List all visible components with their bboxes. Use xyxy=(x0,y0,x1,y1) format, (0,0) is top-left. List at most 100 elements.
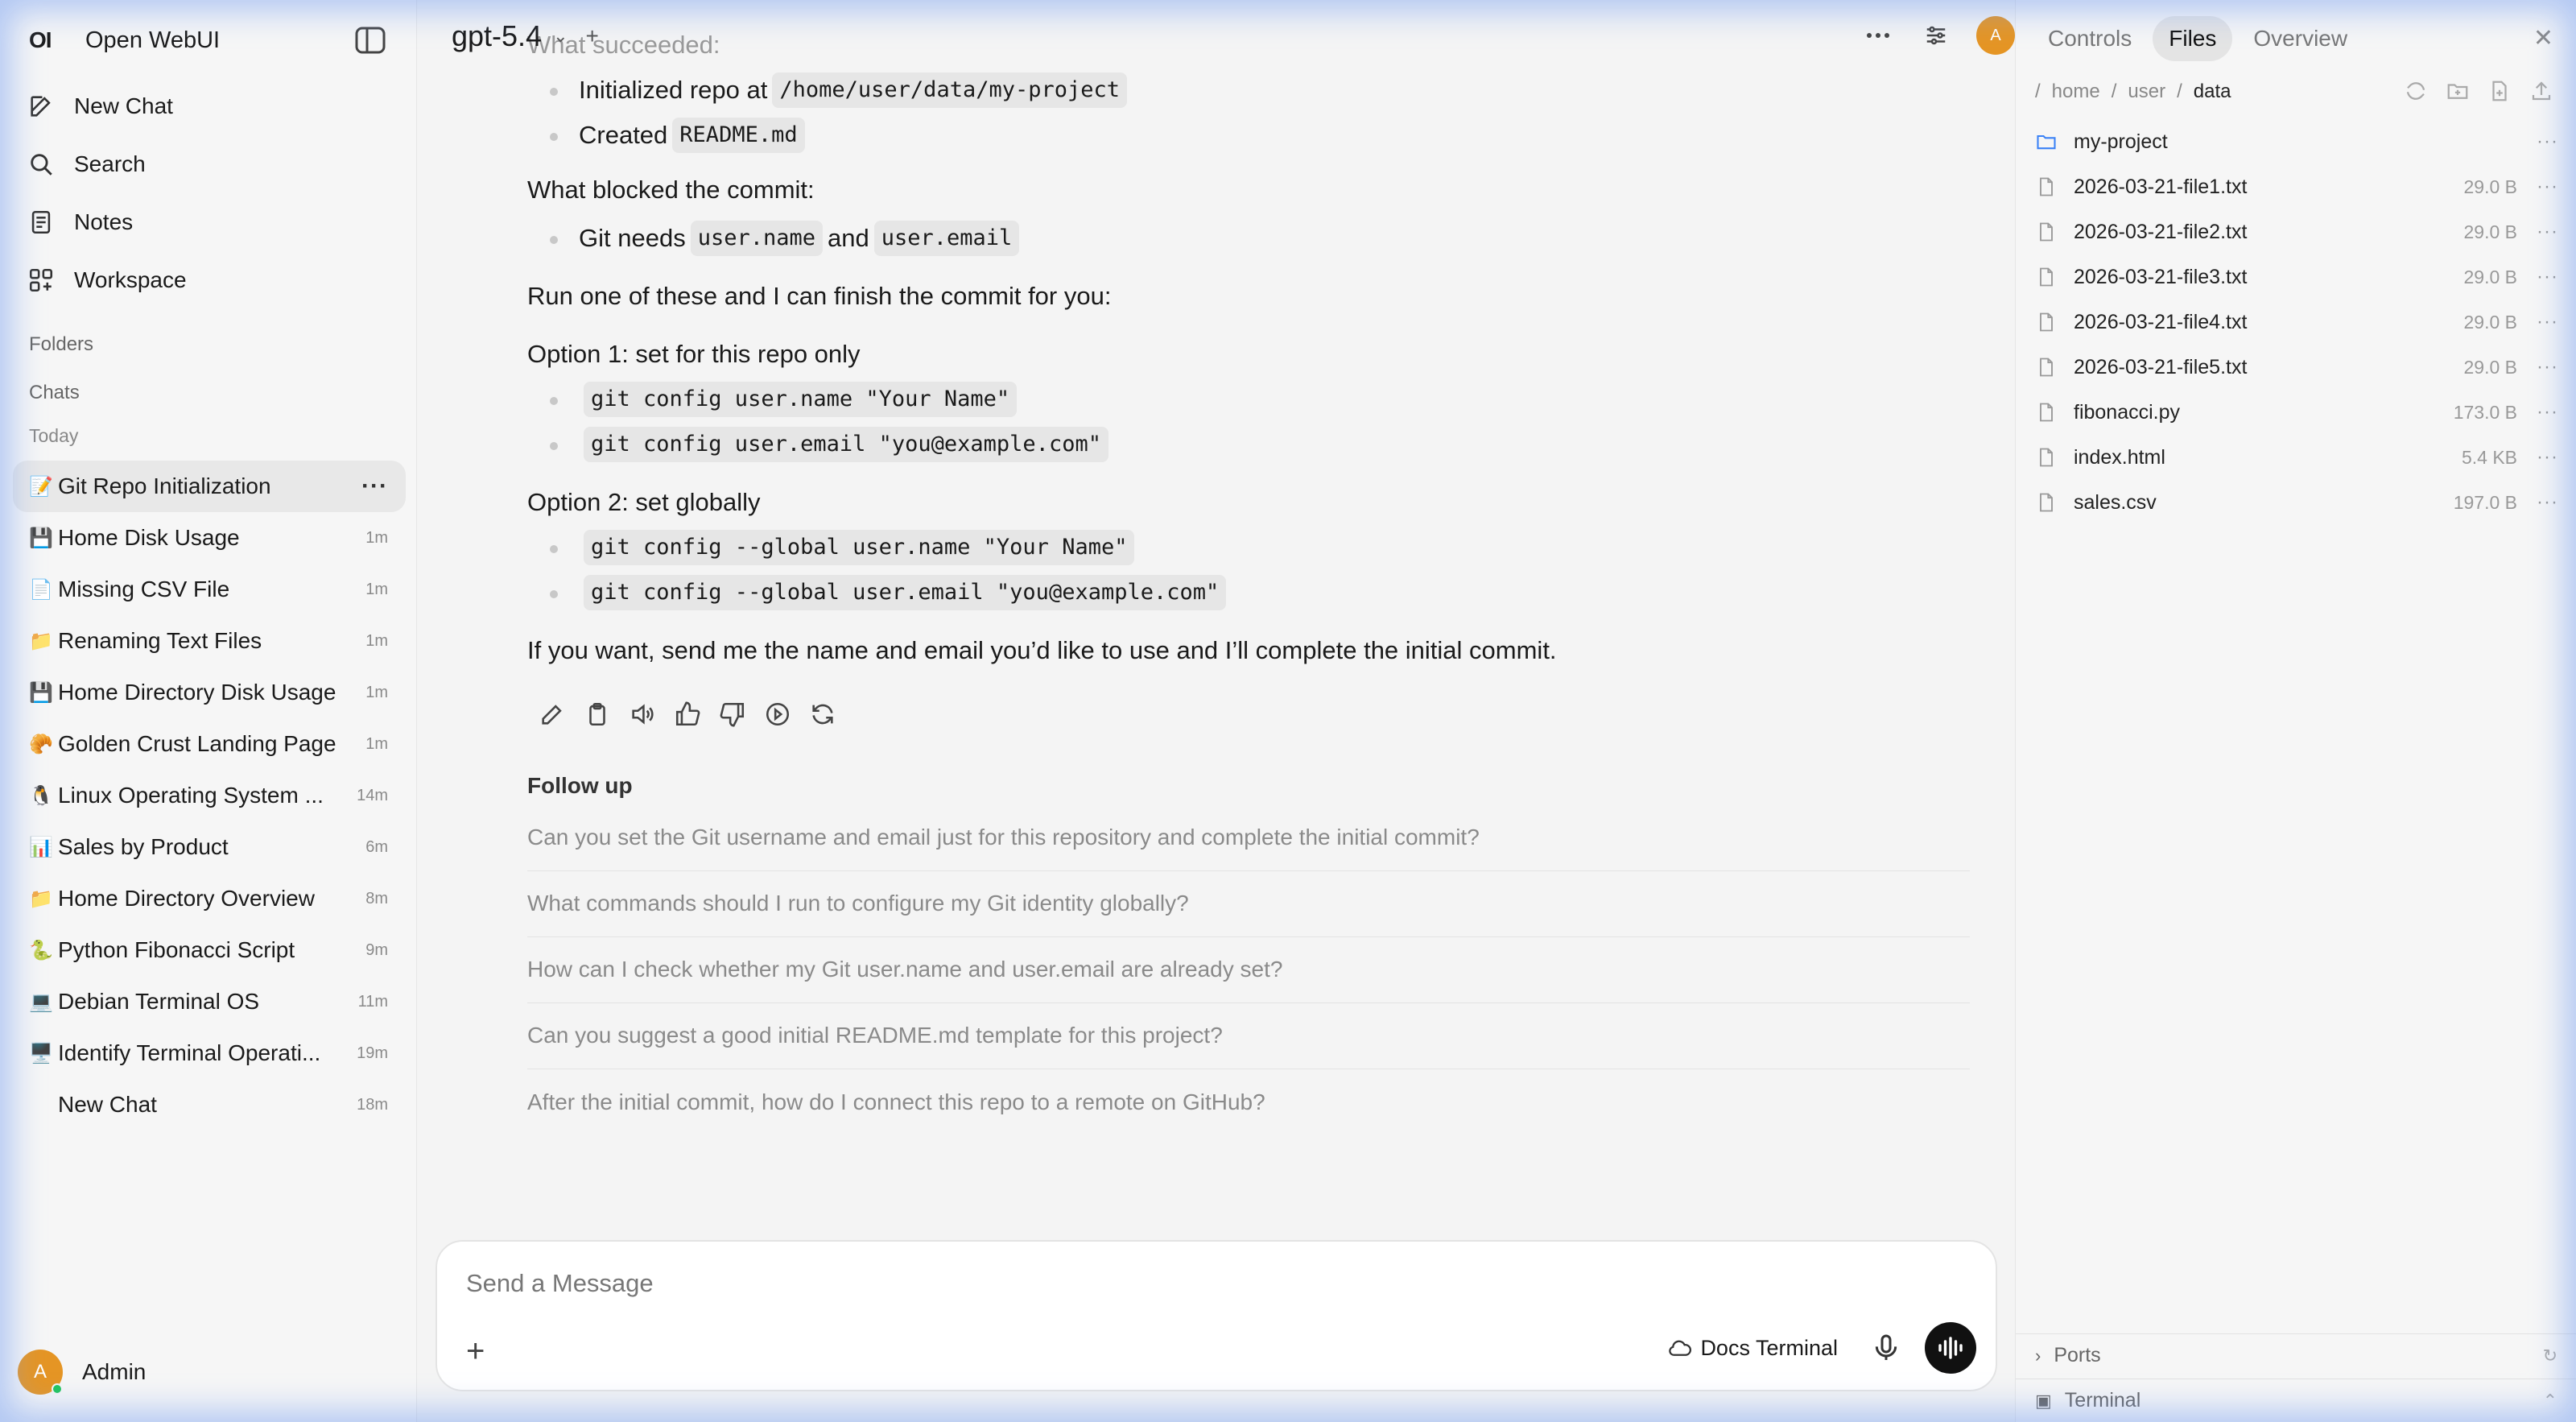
chat-item[interactable]: 📁 Home Directory Overview 8m xyxy=(13,873,406,924)
chat-item[interactable]: 📝 Git Repo Initialization ··· xyxy=(13,461,406,512)
microphone-icon[interactable] xyxy=(1870,1332,1902,1364)
docs-terminal-button[interactable]: Docs Terminal xyxy=(1668,1336,1838,1361)
chats-section[interactable]: Chats xyxy=(29,382,80,404)
chevron-up-icon[interactable]: ⌃ xyxy=(2543,1391,2557,1412)
file-options-icon[interactable]: ··· xyxy=(2537,356,2558,378)
run-one-text: Run one of these and I can finish the co… xyxy=(527,282,1112,310)
thumbs-up-icon[interactable] xyxy=(674,701,701,728)
chat-time: 18m xyxy=(357,1095,388,1114)
new-folder-icon[interactable] xyxy=(2446,79,2470,103)
file-size: 5.4 KB xyxy=(2461,446,2518,468)
chat-item[interactable]: 💾 Home Disk Usage 1m xyxy=(13,512,406,564)
folder-row[interactable]: my-project ··· xyxy=(2035,119,2558,164)
settings-sliders-icon[interactable] xyxy=(1920,19,1952,52)
chevron-down-icon: ⌄ xyxy=(553,26,568,46)
file-row[interactable]: index.html 5.4 KB ··· xyxy=(2035,435,2558,480)
breadcrumb-item[interactable]: home xyxy=(2052,81,2100,103)
edit-icon[interactable] xyxy=(539,701,566,728)
chat-title: Identify Terminal Operati... xyxy=(58,1040,321,1065)
chat-item[interactable]: 🥐 Golden Crust Landing Page 1m xyxy=(13,718,406,770)
more-options-icon[interactable] xyxy=(1862,19,1894,52)
sidebar-toggle-icon[interactable] xyxy=(354,26,386,55)
file-options-icon[interactable]: ··· xyxy=(2537,176,2558,198)
breadcrumb-separator: / xyxy=(2111,81,2117,102)
refresh-icon[interactable] xyxy=(2404,79,2428,103)
chat-item[interactable]: 📊 Sales by Product 6m xyxy=(13,821,406,873)
inline-code: git config --global user.name "Your Name… xyxy=(584,530,1135,565)
file-row[interactable]: sales.csv 197.0 B ··· xyxy=(2035,480,2558,525)
attach-plus-icon[interactable]: + xyxy=(466,1333,485,1370)
regenerate-icon[interactable] xyxy=(809,701,836,728)
continue-icon[interactable] xyxy=(764,701,791,728)
close-icon[interactable]: ✕ xyxy=(2533,24,2553,52)
tab-overview[interactable]: Overview xyxy=(2237,16,2363,61)
file-options-icon[interactable]: ··· xyxy=(2537,491,2558,514)
followup-suggestion[interactable]: Can you set the Git username and email j… xyxy=(527,805,1970,871)
file-row[interactable]: 2026-03-21-file5.txt 29.0 B ··· xyxy=(2035,345,2558,390)
chat-item[interactable]: 🐧 Linux Operating System ... 14m xyxy=(13,770,406,821)
model-selector[interactable]: gpt-5.4 ⌄ + xyxy=(452,19,599,53)
message-input[interactable]: Send a Message xyxy=(466,1269,654,1298)
chat-item[interactable]: 💻 Debian Terminal OS 11m xyxy=(13,976,406,1027)
file-options-icon[interactable]: ··· xyxy=(2537,401,2558,424)
file-options-icon[interactable]: ··· xyxy=(2537,311,2558,333)
file-row[interactable]: 2026-03-21-file3.txt 29.0 B ··· xyxy=(2035,254,2558,300)
tab-files[interactable]: Files xyxy=(2153,16,2233,61)
file-options-icon[interactable]: ··· xyxy=(2537,446,2558,469)
followup-list: Can you set the Git username and email j… xyxy=(527,805,1970,1135)
terminal-section[interactable]: ▣ Terminal ⌃ xyxy=(2016,1379,2576,1422)
search-button[interactable]: Search xyxy=(27,142,146,187)
upload-icon[interactable] xyxy=(2529,79,2553,103)
new-file-icon[interactable] xyxy=(2487,79,2512,103)
message-composer: Send a Message + Docs Terminal xyxy=(436,1240,1997,1391)
file-row[interactable]: fibonacci.py 173.0 B ··· xyxy=(2035,390,2558,435)
chat-title: Home Disk Usage xyxy=(58,525,240,550)
cloud-icon xyxy=(1669,1340,1692,1356)
copy-icon[interactable] xyxy=(584,701,611,728)
chat-item[interactable]: 📁 Renaming Text Files 1m xyxy=(13,615,406,667)
chat-options-icon[interactable]: ··· xyxy=(361,473,388,500)
tab-controls[interactable]: Controls xyxy=(2032,16,2148,61)
file-options-icon[interactable]: ··· xyxy=(2537,266,2558,288)
chat-title: Home Directory Disk Usage xyxy=(58,680,336,705)
add-model-icon[interactable]: + xyxy=(586,23,599,49)
voice-mode-button[interactable] xyxy=(1925,1322,1976,1374)
chat-time: 1m xyxy=(365,580,388,598)
chat-title: New Chat xyxy=(58,1092,157,1117)
blocked-heading: What blocked the commit: xyxy=(527,176,815,204)
brand[interactable]: OI Open WebUI xyxy=(29,24,220,56)
file-icon xyxy=(2040,403,2053,422)
workspace-button[interactable]: Workspace xyxy=(27,258,187,303)
chat-item[interactable]: 🐍 Python Fibonacci Script 9m xyxy=(13,924,406,976)
top-avatar[interactable]: A xyxy=(1976,16,2015,55)
file-row[interactable]: 2026-03-21-file4.txt 29.0 B ··· xyxy=(2035,300,2558,345)
chat-item[interactable]: 📄 Missing CSV File 1m xyxy=(13,564,406,615)
refresh-icon[interactable]: ↻ xyxy=(2543,1346,2557,1366)
followup-suggestion[interactable]: What commands should I run to configure … xyxy=(527,871,1970,937)
app-name: Open WebUI xyxy=(85,27,221,53)
file-row[interactable]: 2026-03-21-file1.txt 29.0 B ··· xyxy=(2035,164,2558,209)
notes-button[interactable]: Notes xyxy=(27,200,133,245)
followup-suggestion[interactable]: After the initial commit, how do I conne… xyxy=(527,1069,1970,1135)
chevron-right-icon: › xyxy=(2035,1345,2041,1366)
folders-section[interactable]: Folders xyxy=(29,333,93,356)
file-options-icon[interactable]: ··· xyxy=(2537,130,2558,153)
ports-section[interactable]: › Ports ↻ xyxy=(2016,1333,2576,1377)
chat-emoji-icon: 💾 xyxy=(29,527,53,549)
user-menu[interactable]: A Admin xyxy=(18,1350,146,1395)
chat-item[interactable]: 💾 Home Directory Disk Usage 1m xyxy=(13,667,406,718)
breadcrumb-item[interactable]: data xyxy=(2194,81,2231,103)
thumbs-down-icon[interactable] xyxy=(719,701,746,728)
waveform-icon xyxy=(1938,1337,1963,1359)
breadcrumb-item[interactable]: user xyxy=(2128,81,2165,103)
followup-suggestion[interactable]: How can I check whether my Git user.name… xyxy=(527,937,1970,1003)
chat-item[interactable]: New Chat 18m xyxy=(13,1079,406,1131)
chat-emoji-icon: 💾 xyxy=(29,681,53,704)
file-options-icon[interactable]: ··· xyxy=(2537,221,2558,243)
chat-item[interactable]: 🖥️ Identify Terminal Operati... 19m xyxy=(13,1027,406,1079)
sidebar: OI Open WebUI New Chat Search Notes Work… xyxy=(0,0,417,1422)
read-aloud-icon[interactable] xyxy=(629,701,656,728)
new-chat-button[interactable]: New Chat xyxy=(27,84,173,129)
file-row[interactable]: 2026-03-21-file2.txt 29.0 B ··· xyxy=(2035,209,2558,254)
followup-suggestion[interactable]: Can you suggest a good initial README.md… xyxy=(527,1003,1970,1069)
